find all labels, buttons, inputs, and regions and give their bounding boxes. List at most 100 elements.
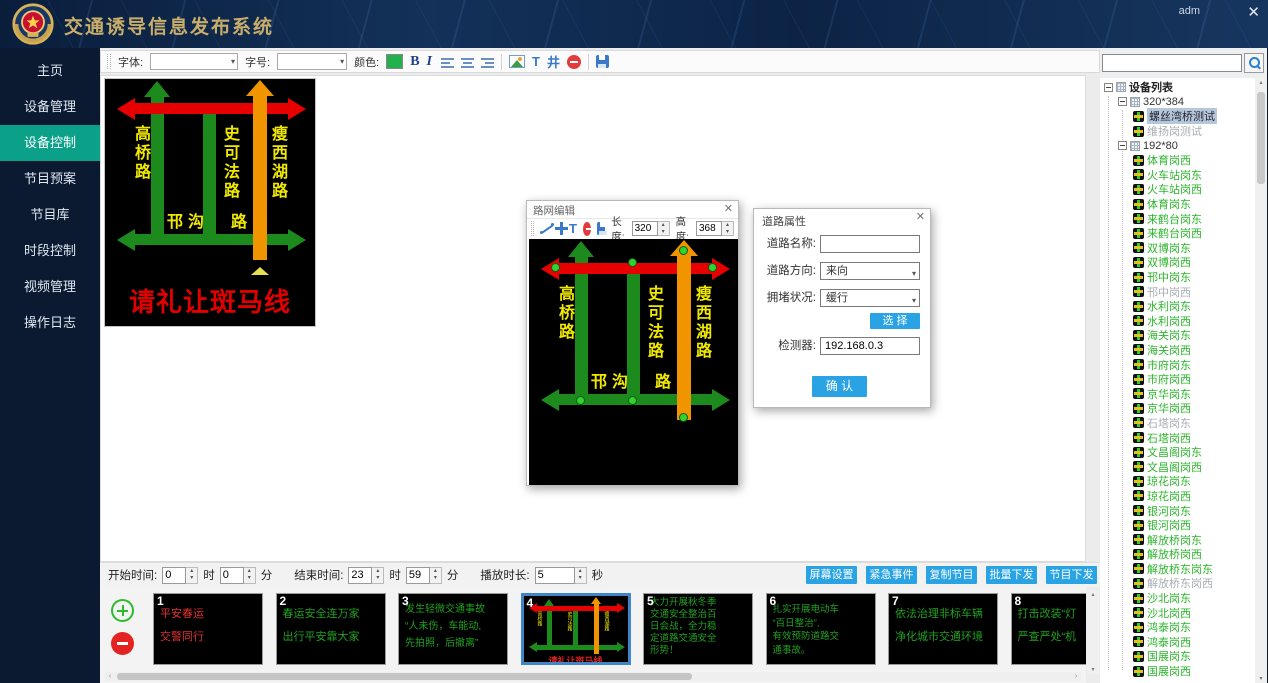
scroll-left-icon[interactable]: ‹ xyxy=(105,672,115,681)
spinner-down-icon[interactable]: ▾ xyxy=(722,229,733,236)
tree-device[interactable]: 双博岗东 xyxy=(1100,241,1255,256)
road-node-handle[interactable] xyxy=(628,258,637,267)
draw-line-tool-icon[interactable] xyxy=(540,222,549,236)
confirm-button[interactable]: 确 认 xyxy=(812,376,867,397)
font-select[interactable]: ▾ xyxy=(150,53,238,70)
emergency-event-button[interactable]: 紧急事件 xyxy=(866,566,917,584)
scrollbar-thumb[interactable] xyxy=(117,673,692,680)
playlist-thumb-6[interactable]: 6扎实开展电动车“百日整治”,有效预防道路交通事故。 xyxy=(766,593,876,665)
playlist-thumb-2[interactable]: 2春运安全连万家出行平安靠大家 xyxy=(276,593,386,665)
user-menu[interactable]: adm xyxy=(1179,5,1200,17)
tree-device[interactable]: 火车站岗西 xyxy=(1100,182,1255,197)
tree-device[interactable]: 解放桥岗西 xyxy=(1100,547,1255,562)
sidebar-item-home[interactable]: 主页 xyxy=(0,53,100,89)
spinner-down-icon[interactable]: ▾ xyxy=(244,575,255,583)
batch-send-button[interactable]: 批量下发 xyxy=(986,566,1037,584)
spinner-down-icon[interactable]: ▾ xyxy=(658,229,669,236)
search-button[interactable] xyxy=(1244,53,1264,73)
tree-device[interactable]: 螺丝湾桥测试 xyxy=(1100,109,1255,124)
tree-device[interactable]: 海关岗西 xyxy=(1100,343,1255,358)
tree-device[interactable]: 京华岗东 xyxy=(1100,386,1255,401)
road-node-handle[interactable] xyxy=(628,396,637,405)
tree-device[interactable]: 解放桥岗东 xyxy=(1100,532,1255,547)
spinner-up-icon[interactable]: ▴ xyxy=(244,568,255,576)
tree-device[interactable]: 体育岗东 xyxy=(1100,197,1255,212)
delete-icon[interactable] xyxy=(583,222,591,236)
font-size-select[interactable]: ▾ xyxy=(277,53,347,70)
tree-device[interactable]: 海关岗东 xyxy=(1100,328,1255,343)
playlist-thumb-4[interactable]: 4高桥路史可法路瘦西湖路请礼让斑马线 xyxy=(521,593,631,665)
align-right-icon[interactable] xyxy=(481,56,494,68)
sidebar-item-time-control[interactable]: 时段控制 xyxy=(0,233,100,269)
save-icon[interactable] xyxy=(596,55,609,68)
tree-device[interactable]: 银河岗东 xyxy=(1100,503,1255,518)
tree-device[interactable]: 解放桥东岗西 xyxy=(1100,576,1255,591)
playlist-vertical-scrollbar[interactable]: ▴ ▾ xyxy=(1087,590,1099,674)
road-direction-select[interactable]: 来向▾ xyxy=(820,262,920,280)
spinner-up-icon[interactable]: ▴ xyxy=(575,568,586,576)
scroll-down-icon[interactable]: ▾ xyxy=(1255,675,1267,682)
tree-device[interactable]: 双博岗西 xyxy=(1100,255,1255,270)
text-tool-icon[interactable]: T xyxy=(569,221,577,236)
spinner-down-icon[interactable]: ▾ xyxy=(372,575,383,583)
road-node-handle[interactable] xyxy=(576,396,585,405)
window-close-icon[interactable]: ✕ xyxy=(1247,3,1260,21)
sidebar-item-video-mgmt[interactable]: 视频管理 xyxy=(0,269,100,305)
playlist-thumb-5[interactable]: 5大力开展秋冬季交通安全整治百日会战，全力稳定道路交通安全形势！ xyxy=(643,593,753,665)
tree-device[interactable]: 鸿泰岗西 xyxy=(1100,635,1255,650)
tree-device[interactable]: 市府岗西 xyxy=(1100,372,1255,387)
select-detector-button[interactable]: 选 择 xyxy=(870,313,920,329)
tree-device[interactable]: 京华岗西 xyxy=(1100,401,1255,416)
playlist-thumb-1[interactable]: 1平安春运交警同行 xyxy=(153,593,263,665)
tree-device[interactable]: 维扬岗测试 xyxy=(1100,124,1255,139)
end-minute-input[interactable] xyxy=(406,567,430,584)
road-node-handle[interactable] xyxy=(679,413,688,422)
bold-button[interactable]: B xyxy=(410,54,419,70)
tree-scrollbar[interactable]: ▴ ▾ xyxy=(1255,78,1267,683)
tree-device[interactable]: 文昌阁岗西 xyxy=(1100,459,1255,474)
spinner-down-icon[interactable]: ▾ xyxy=(430,575,441,583)
length-input[interactable] xyxy=(632,221,658,236)
sidebar-item-device-mgmt[interactable]: 设备管理 xyxy=(0,89,100,125)
road-name-input[interactable] xyxy=(820,235,920,253)
tree-device[interactable]: 琼花岗东 xyxy=(1100,474,1255,489)
tree-device[interactable]: 来鹤台岗西 xyxy=(1100,226,1255,241)
tree-group[interactable]: 320*384 xyxy=(1100,95,1255,110)
road-node-handle[interactable] xyxy=(551,263,560,272)
spinner-up-icon[interactable]: ▴ xyxy=(186,568,197,576)
tree-expander-icon[interactable] xyxy=(1118,141,1127,150)
insert-image-icon[interactable] xyxy=(509,55,525,68)
tree-device[interactable]: 来鹤台岗东 xyxy=(1100,211,1255,226)
road-node-handle[interactable] xyxy=(679,246,688,255)
tree-device[interactable]: 国展岗西 xyxy=(1100,664,1255,679)
play-duration-input[interactable] xyxy=(535,567,575,584)
screen-settings-button[interactable]: 屏幕设置 xyxy=(806,566,857,584)
spinner-down-icon[interactable]: ▾ xyxy=(575,575,586,583)
italic-button[interactable]: I xyxy=(427,54,434,70)
tree-root[interactable]: 设备列表 xyxy=(1100,80,1255,95)
tree-device[interactable]: 沙北岗西 xyxy=(1100,605,1255,620)
tree-device[interactable]: 邗中岗西 xyxy=(1100,284,1255,299)
color-swatch[interactable] xyxy=(386,54,403,69)
playlist-thumb-8[interactable]: 8打击改装“灯严查严处“机 xyxy=(1011,593,1087,665)
scroll-down-icon[interactable]: ▾ xyxy=(1087,666,1099,673)
device-search-input[interactable] xyxy=(1102,54,1242,72)
program-send-button[interactable]: 节目下发 xyxy=(1046,566,1097,584)
scroll-up-icon[interactable]: ▴ xyxy=(1255,79,1267,86)
height-input[interactable] xyxy=(696,221,722,236)
playlist-thumb-7[interactable]: 7依法治理非标车辆净化城市交通环境 xyxy=(888,593,998,665)
sidebar-item-operation-log[interactable]: 操作日志 xyxy=(0,305,100,341)
sidebar-item-program-library[interactable]: 节目库 xyxy=(0,197,100,233)
delete-icon[interactable] xyxy=(567,55,581,69)
road-network-tool-icon[interactable]: 井 xyxy=(547,52,560,71)
tree-device[interactable]: 沙北岗东 xyxy=(1100,591,1255,606)
remove-program-button[interactable] xyxy=(111,632,134,655)
spinner-up-icon[interactable]: ▴ xyxy=(372,568,383,576)
detector-input[interactable] xyxy=(820,337,920,355)
tree-device[interactable]: 解放桥东岗东 xyxy=(1100,562,1255,577)
dialog-close-icon[interactable]: ✕ xyxy=(916,210,925,223)
end-hour-input[interactable] xyxy=(348,567,372,584)
add-program-button[interactable] xyxy=(111,599,134,622)
tree-device[interactable]: 文昌阁岗东 xyxy=(1100,445,1255,460)
scroll-right-icon[interactable]: › xyxy=(1071,672,1081,681)
